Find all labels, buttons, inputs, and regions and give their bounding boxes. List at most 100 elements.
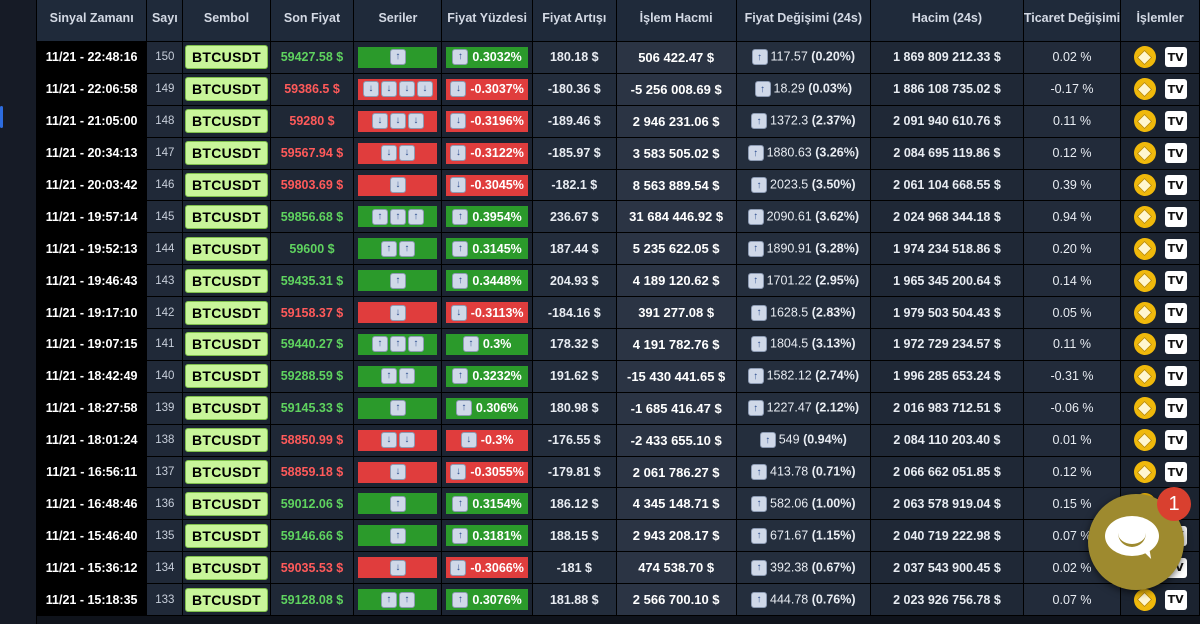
arrow-down-icon: ↓ [389,559,406,576]
tradingview-icon[interactable]: TV [1164,238,1187,259]
symbol-button[interactable]: BTCUSDT [184,77,268,102]
signal-count: 141 [146,328,184,361]
symbol-cell: BTCUSDT [182,359,271,393]
symbol-button[interactable]: BTCUSDT [184,173,268,197]
actions: TV [1122,46,1199,69]
binance-icon[interactable] [1133,174,1156,196]
price-percent-bar: ↓ -0.3055% [446,461,528,483]
table-row[interactable]: 11/21 - 18:27:58 139 BTCUSDT 59145.33 $ ↑ ↑ 0.… [35,391,1200,425]
col-header[interactable]: Ticaret Değişimi [1022,0,1122,42]
symbol-button[interactable]: BTCUSDT [184,364,268,389]
price-change-percent: (3.13%) [811,336,856,351]
binance-icon[interactable] [1133,110,1156,133]
volume-24h: 2 016 983 712.51 $ [870,391,1024,425]
table-row[interactable]: 11/21 - 15:46:40 135 BTCUSDT 59146.66 $ ↑ ↑ 0.… [35,519,1200,553]
tradingview-icon[interactable]: TV [1164,398,1187,419]
table-row[interactable]: 11/21 - 20:03:42 146 BTCUSDT 59803.69 $ ↓ ↓ -0… [35,168,1200,202]
price-change-percent: (3.26%) [815,145,860,160]
binance-icon[interactable] [1133,46,1156,69]
table-row[interactable]: 11/21 - 19:07:15 141 BTCUSDT 59440.27 $ ↑ ↑ ↑ ↑… [35,328,1200,361]
table-row[interactable]: 11/21 - 18:01:24 138 BTCUSDT 58850.99 $ ↓ ↓ ↓ -… [35,423,1200,457]
series-cell: ↓ [353,455,443,489]
tradingview-icon[interactable]: TV [1164,270,1187,291]
tradingview-icon[interactable]: TV [1164,206,1187,227]
tradingview-icon[interactable]: TV [1164,79,1187,100]
table-row[interactable]: 11/21 - 16:56:11 137 BTCUSDT 58859.18 $ ↓ ↓ -0… [35,455,1200,489]
col-header[interactable]: Seriler [353,0,443,42]
arrow-up-icon: ↑ [452,527,469,544]
tradingview-icon[interactable]: TV [1164,366,1187,387]
col-header[interactable]: Hacim (24s) [870,0,1024,42]
tradingview-icon[interactable]: TV [1164,589,1187,610]
symbol-cell: BTCUSDT [182,41,271,74]
symbol-button[interactable]: BTCUSDT [184,587,268,612]
binance-icon[interactable] [1133,397,1156,420]
tradingview-icon[interactable]: TV [1164,111,1187,132]
symbol-button[interactable]: BTCUSDT [184,396,268,421]
arrow-up-icon: ↑ [747,240,764,257]
table-row[interactable]: 11/21 - 15:36:12 134 BTCUSDT 59035.53 $ ↓ ↓ -0… [35,551,1200,585]
col-header[interactable]: Fiyat Yüzdesi [441,0,533,42]
binance-icon[interactable] [1133,269,1156,292]
binance-icon[interactable] [1133,237,1156,260]
symbol-button[interactable]: BTCUSDT [184,268,268,293]
symbol-button[interactable]: BTCUSDT [184,204,268,229]
tradingview-icon[interactable]: TV [1164,302,1187,323]
binance-icon[interactable] [1133,588,1156,611]
table-row[interactable]: 11/21 - 22:48:16 150 BTCUSDT 59427.58 $ ↑ ↑ 0.… [35,41,1200,74]
tradingview-icon[interactable]: TV [1164,143,1187,164]
col-header[interactable]: Son Fiyat [269,0,355,42]
symbol-button[interactable]: BTCUSDT [184,491,268,516]
tradingview-icon[interactable]: TV [1164,334,1187,355]
col-header[interactable]: Fiyat Artışı [531,0,617,42]
table-row[interactable]: 11/21 - 19:46:43 143 BTCUSDT 59435.31 $ ↑ ↑ 0.… [35,264,1200,298]
tradingview-icon[interactable]: TV [1164,47,1187,68]
last-price: 59427.58 $ [269,41,355,74]
arrow-down-icon: ↓ [389,177,406,193]
table-row[interactable]: 11/21 - 18:42:49 140 BTCUSDT 59288.59 $ ↑ ↑ ↑ 0… [35,359,1200,393]
symbol-button[interactable]: BTCUSDT [184,45,268,70]
binance-icon[interactable] [1133,205,1156,228]
col-header[interactable]: Fiyat Değişimi (24s) [735,0,872,42]
binance-icon[interactable] [1133,429,1156,452]
table-row[interactable]: 11/21 - 21:05:00 148 BTCUSDT 59280 $ ↓ ↓ ↓ ↓ -0.… [35,104,1200,138]
symbol-button[interactable]: BTCUSDT [184,300,268,325]
symbol-button[interactable]: BTCUSDT [184,428,268,453]
symbol-button[interactable]: BTCUSDT [184,460,268,485]
symbol-button[interactable]: BTCUSDT [184,555,268,580]
table-row[interactable]: 11/21 - 16:48:46 136 BTCUSDT 59012.06 $ ↑ ↑ 0.… [35,487,1200,521]
binance-icon[interactable] [1133,142,1156,165]
table-row[interactable]: 11/21 - 22:06:58 149 BTCUSDT 59386.5 $ ↓ ↓ ↓ ↓ ↓… [35,72,1200,106]
signal-time: 11/21 - 19:17:10 [35,296,148,330]
volume-24h: 2 063 578 919.04 $ [870,487,1024,521]
binance-icon[interactable] [1133,461,1156,484]
tradingview-icon[interactable]: TV [1164,462,1187,483]
binance-icon[interactable] [1133,365,1156,388]
col-header[interactable]: Sinyal Zamanı [35,0,148,42]
symbol-button[interactable]: BTCUSDT [184,523,268,548]
symbol-button[interactable]: BTCUSDT [184,109,268,134]
binance-icon[interactable] [1133,301,1156,324]
table-row[interactable]: 11/21 - 19:57:14 145 BTCUSDT 59856.68 $ ↑ ↑ ↑ ↑… [35,200,1200,234]
price-percent-cell: ↑ 0.3% [441,328,533,361]
actions-cell: TV [1120,41,1200,74]
col-header[interactable]: İşlem Hacmi [615,0,737,42]
table-row[interactable]: 11/21 - 15:18:35 133 BTCUSDT 59128.08 $ ↑ ↑ ↑ 0… [35,583,1200,617]
series-bar: ↑ ↑ [358,365,438,387]
col-header[interactable]: Sembol [182,0,271,42]
tradingview-icon[interactable]: TV [1164,430,1187,451]
symbol-button[interactable]: BTCUSDT [184,332,268,357]
price-change-value: 18.29 [773,81,805,96]
table-row[interactable]: 11/21 - 20:34:13 147 BTCUSDT 59567.94 $ ↓ ↓ ↓ -… [35,136,1200,170]
arrow-down-icon: ↓ [416,81,433,98]
price-percent-bar: ↓ -0.3122% [446,142,528,164]
symbol-button[interactable]: BTCUSDT [184,141,268,166]
price-percent: -0.3196% [470,114,524,129]
tradingview-icon[interactable]: TV [1164,175,1187,195]
table-row[interactable]: 11/21 - 19:52:13 144 BTCUSDT 59600 $ ↑ ↑ ↑ 0.31… [35,232,1200,266]
col-header[interactable]: Sayı [146,0,184,42]
symbol-button[interactable]: BTCUSDT [184,236,268,261]
binance-icon[interactable] [1133,78,1156,101]
binance-icon[interactable] [1133,333,1156,356]
table-row[interactable]: 11/21 - 19:17:10 142 BTCUSDT 59158.37 $ ↓ ↓ -0… [35,296,1200,330]
